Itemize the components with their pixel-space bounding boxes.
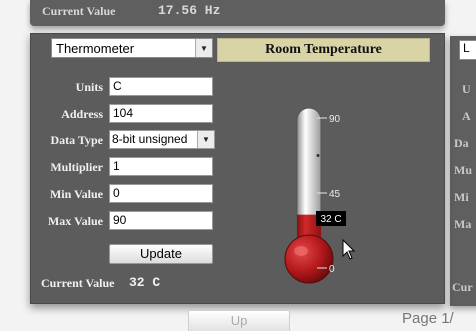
min-value-field[interactable]: 0 bbox=[109, 184, 213, 203]
up-button[interactable]: Up bbox=[188, 310, 290, 331]
chevron-down-icon[interactable]: ▼ bbox=[197, 131, 214, 148]
value-tooltip: 32 C bbox=[316, 211, 346, 226]
current-value: 32 C bbox=[129, 275, 161, 290]
max-value-field[interactable]: 90 bbox=[109, 211, 213, 230]
next-address-label: A bbox=[462, 109, 471, 123]
thermometer-tick-label: 0 bbox=[329, 264, 335, 275]
units-label: Units bbox=[75, 80, 103, 94]
mouse-cursor-icon bbox=[342, 238, 356, 260]
multiplier-field[interactable]: 1 bbox=[109, 157, 213, 176]
page-indicator: Page 1/ bbox=[402, 310, 454, 327]
next-units-label: U bbox=[462, 82, 471, 96]
data-type-select[interactable]: 8-bit unsigned ▼ bbox=[109, 130, 215, 149]
thermometer-tick-label: 45 bbox=[329, 189, 341, 200]
next-current-value-label: Cur bbox=[452, 280, 473, 294]
thermometer-minor-tick bbox=[316, 154, 320, 157]
previous-widget-panel: Current Value 17.56 Hz bbox=[30, 0, 445, 26]
next-data-type-label: Da bbox=[454, 136, 469, 150]
current-value-label: Current Value bbox=[41, 276, 115, 290]
thermometer-bulb bbox=[284, 234, 334, 284]
address-field[interactable]: 104 bbox=[109, 104, 213, 123]
thermometer-widget-panel: Thermometer ▼ Room Temperature Units C A… bbox=[30, 33, 445, 304]
widget-type-select[interactable]: Thermometer ▼ bbox=[51, 38, 213, 58]
thermometer-tick-label: 90 bbox=[329, 114, 341, 125]
thermometer-gauge: 90 45 0 32 C bbox=[284, 107, 356, 284]
next-widget-type-select[interactable]: L bbox=[459, 40, 476, 60]
data-type-label: Data Type bbox=[50, 133, 103, 147]
data-type-value: 8-bit unsigned bbox=[112, 132, 188, 146]
multiplier-label: Multiplier bbox=[50, 160, 103, 174]
widget-title[interactable]: Room Temperature bbox=[217, 38, 430, 62]
next-max-value-label: Ma bbox=[454, 217, 472, 231]
min-value-label: Min Value bbox=[49, 187, 103, 201]
widget-type-value: Thermometer bbox=[56, 40, 135, 56]
next-multiplier-label: Mu bbox=[454, 163, 472, 177]
previous-current-value: 17.56 Hz bbox=[158, 3, 221, 18]
next-min-value-label: Mi bbox=[454, 190, 469, 204]
value-tooltip-label: 32 C bbox=[320, 214, 341, 225]
previous-current-value-label: Current Value bbox=[42, 4, 116, 18]
update-button[interactable]: Update bbox=[109, 244, 213, 264]
next-widget-panel: L U A Da Mu Mi Ma Cur bbox=[450, 36, 476, 306]
address-label: Address bbox=[61, 107, 103, 121]
chevron-down-icon[interactable]: ▼ bbox=[195, 39, 212, 57]
max-value-label: Max Value bbox=[47, 214, 103, 228]
units-field[interactable]: C bbox=[109, 77, 213, 96]
